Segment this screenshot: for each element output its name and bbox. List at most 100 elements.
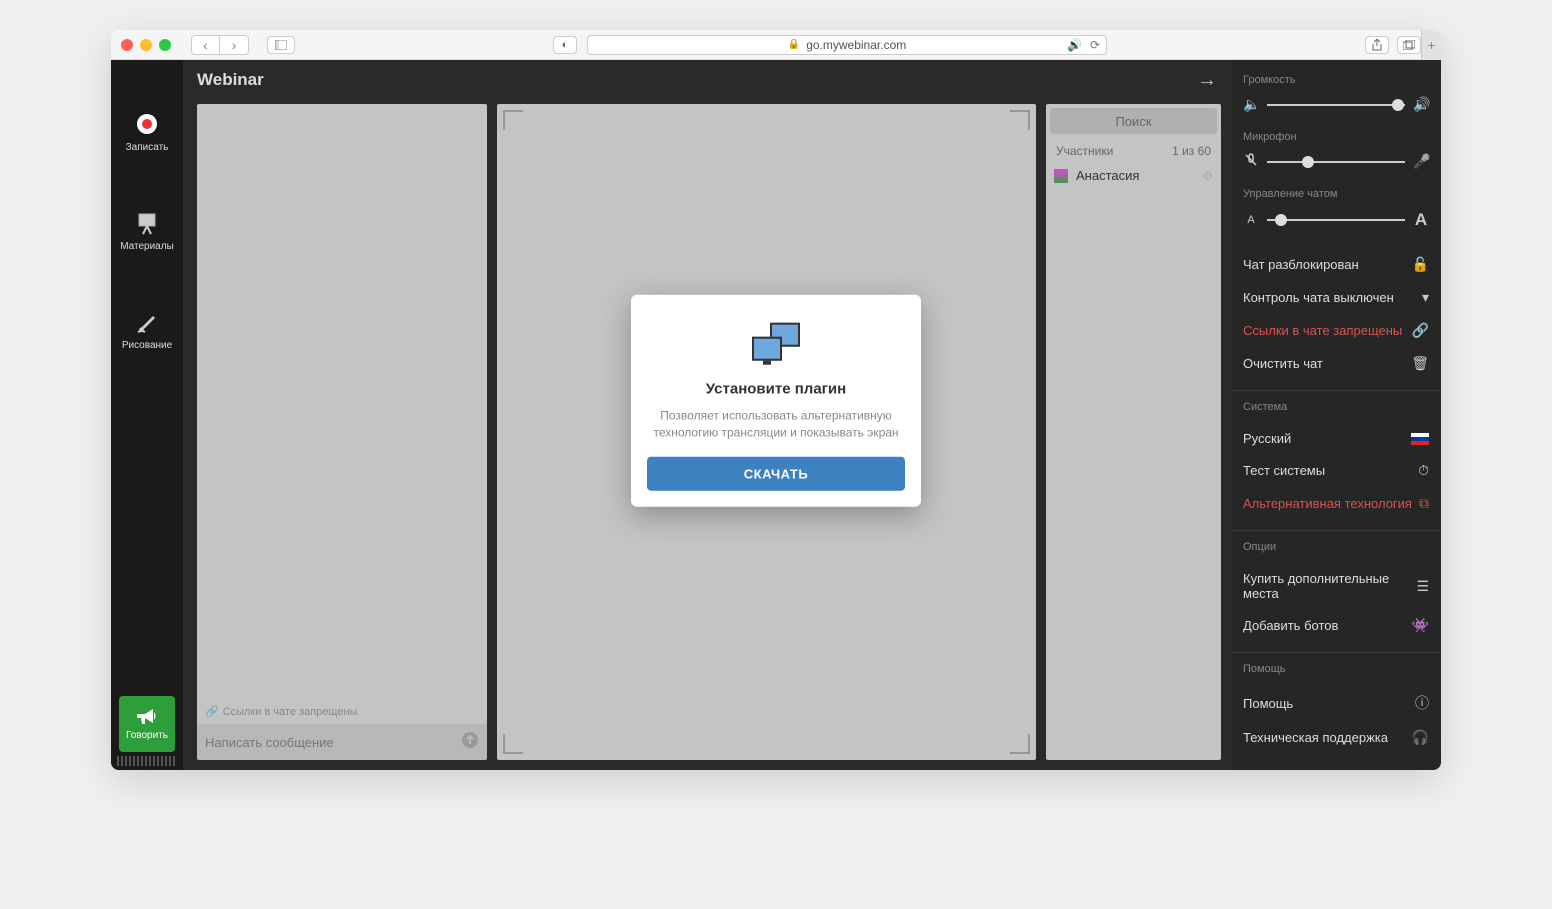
headset-icon: 🎧: [1412, 729, 1429, 746]
mic-label: Микрофон: [1243, 131, 1429, 143]
chat-unlock-toggle[interactable]: Чат разблокирован 🔓: [1243, 248, 1429, 281]
chat-messages-area: 🔗 Ссылки в чате запрещены: [197, 104, 487, 724]
materials-button[interactable]: Материалы: [120, 209, 174, 252]
support-button[interactable]: Техническая поддержка 🎧: [1243, 721, 1429, 754]
chat-input[interactable]: Написать сообщение: [205, 735, 453, 750]
buy-seats-label: Купить дополнительные места: [1243, 571, 1416, 601]
download-button[interactable]: СКАЧАТЬ: [647, 457, 905, 491]
font-small-icon[interactable]: A: [1243, 214, 1259, 226]
corner-marker: [1010, 110, 1030, 130]
easel-icon: [133, 209, 161, 237]
speak-button[interactable]: Говорить: [119, 696, 175, 752]
gauge-icon: ⏱: [1418, 462, 1429, 479]
left-sidebar: Записать Материалы Рисование Говорить: [111, 60, 183, 770]
link-icon: 🔗: [1412, 322, 1429, 339]
settings-panel: Громкость 🔈 🔊 Микрофон 🎤 Управление чато…: [1231, 60, 1441, 770]
add-bots-button[interactable]: Добавить ботов 👾: [1243, 609, 1429, 642]
corner-marker: [1010, 734, 1030, 754]
avatar: [1054, 169, 1068, 183]
corner-marker: [503, 110, 523, 130]
mic-mute-icon[interactable]: [1243, 153, 1259, 170]
mic-slider[interactable]: [1267, 161, 1405, 163]
language-label: Русский: [1243, 431, 1291, 446]
chat-control-label: Контроль чата выключен: [1243, 290, 1394, 305]
modal-title: Установите плагин: [647, 381, 905, 398]
help-section-label: Помощь: [1243, 663, 1429, 675]
marker-icon: [133, 308, 161, 336]
corner-marker: [503, 734, 523, 754]
share-button[interactable]: [1365, 36, 1389, 54]
expand-icon[interactable]: →: [1197, 69, 1217, 92]
screens-icon: ⧉: [1419, 495, 1429, 512]
clear-chat-label: Очистить чат: [1243, 356, 1323, 371]
volume-max-icon[interactable]: 🔊: [1413, 96, 1429, 113]
system-label: Система: [1243, 401, 1429, 413]
system-test-button[interactable]: Тест системы ⏱: [1243, 454, 1429, 487]
gear-icon[interactable]: ⚙: [1202, 169, 1213, 183]
font-size-slider[interactable]: [1267, 219, 1405, 221]
main-header: Webinar →: [183, 60, 1231, 100]
drawing-button[interactable]: Рисование: [122, 308, 172, 351]
buy-seats-button[interactable]: Купить дополнительные места ☰: [1243, 563, 1429, 609]
modal-text: Позволяет использовать альтернативную те…: [647, 408, 905, 442]
chat-unlock-label: Чат разблокирован: [1243, 257, 1359, 272]
participant-row[interactable]: Анастасия ⚙: [1046, 164, 1221, 187]
info-icon: ⓘ: [1415, 693, 1429, 713]
chat-mgmt-label: Управление чатом: [1243, 188, 1429, 200]
back-button[interactable]: ‹: [192, 36, 220, 54]
reader-mode-button[interactable]: ◐: [553, 36, 577, 54]
participant-name: Анастасия: [1076, 168, 1139, 183]
maximize-window-button[interactable]: [159, 39, 171, 51]
webinar-title: Webinar: [197, 70, 264, 90]
forward-button[interactable]: ›: [220, 36, 248, 54]
close-window-button[interactable]: [121, 39, 133, 51]
options-label: Опции: [1243, 541, 1429, 553]
chat-column: 🔗 Ссылки в чате запрещены Написать сообщ…: [197, 104, 487, 760]
trash-icon: 🗑: [1411, 355, 1429, 372]
minimize-window-button[interactable]: [140, 39, 152, 51]
link-icon: 🔗: [205, 705, 219, 718]
record-button[interactable]: Записать: [126, 110, 169, 153]
nav-button-group: ‹ ›: [191, 35, 249, 55]
drawing-label: Рисование: [122, 340, 172, 351]
clear-chat-button[interactable]: Очистить чат 🗑: [1243, 347, 1429, 380]
alt-tech-button[interactable]: Альтернативная технология ⧉: [1243, 487, 1429, 520]
alt-tech-label: Альтернативная технология: [1243, 496, 1412, 511]
bot-icon: 👾: [1412, 617, 1429, 634]
volume-mute-icon[interactable]: 🔈: [1243, 96, 1259, 113]
monitors-icon: [752, 323, 800, 365]
mic-icon[interactable]: 🎤: [1413, 153, 1429, 170]
chat-links-locked-text: Ссылки в чате запрещены: [223, 706, 358, 718]
tabs-button[interactable]: [1397, 36, 1421, 54]
support-label: Техническая поддержка: [1243, 730, 1388, 745]
chat-links-label: Ссылки в чате запрещены: [1243, 323, 1402, 338]
chat-control-toggle[interactable]: Контроль чата выключен ▾: [1243, 281, 1429, 314]
help-item-label: Помощь: [1243, 696, 1293, 711]
chat-input-row: Написать сообщение: [197, 724, 487, 760]
speak-label: Говорить: [126, 730, 168, 741]
record-label: Записать: [126, 142, 169, 153]
language-select[interactable]: Русский: [1243, 423, 1429, 454]
font-large-icon[interactable]: A: [1413, 210, 1429, 230]
url-bar[interactable]: 🔒 go.mywebinar.com 🔊 ⟳: [587, 35, 1107, 55]
url-text: go.mywebinar.com: [806, 38, 906, 52]
volume-label: Громкость: [1243, 74, 1429, 86]
flag-ru-icon: [1411, 433, 1429, 445]
participants-search[interactable]: Поиск: [1050, 108, 1217, 134]
participants-header: Участники 1 из 60: [1046, 138, 1221, 164]
new-tab-button[interactable]: +: [1421, 30, 1441, 60]
volume-slider[interactable]: [1267, 104, 1405, 106]
audio-icon[interactable]: 🔊: [1067, 38, 1082, 52]
chat-send-button[interactable]: [461, 731, 479, 754]
participants-label: Участники: [1056, 144, 1113, 158]
browser-titlebar: ‹ › ◐ 🔒 go.mywebinar.com 🔊 ⟳: [111, 30, 1441, 60]
participants-column: Поиск Участники 1 из 60 Анастасия ⚙: [1046, 104, 1221, 760]
add-bots-label: Добавить ботов: [1243, 618, 1338, 633]
help-button[interactable]: Помощь ⓘ: [1243, 685, 1429, 721]
sidebar-toggle-button[interactable]: [267, 36, 295, 54]
participants-count: 1 из 60: [1172, 144, 1211, 158]
reload-icon[interactable]: ⟳: [1090, 38, 1100, 52]
chat-links-toggle[interactable]: Ссылки в чате запрещены 🔗: [1243, 314, 1429, 347]
record-icon: [133, 110, 161, 138]
window-controls: [121, 39, 171, 51]
